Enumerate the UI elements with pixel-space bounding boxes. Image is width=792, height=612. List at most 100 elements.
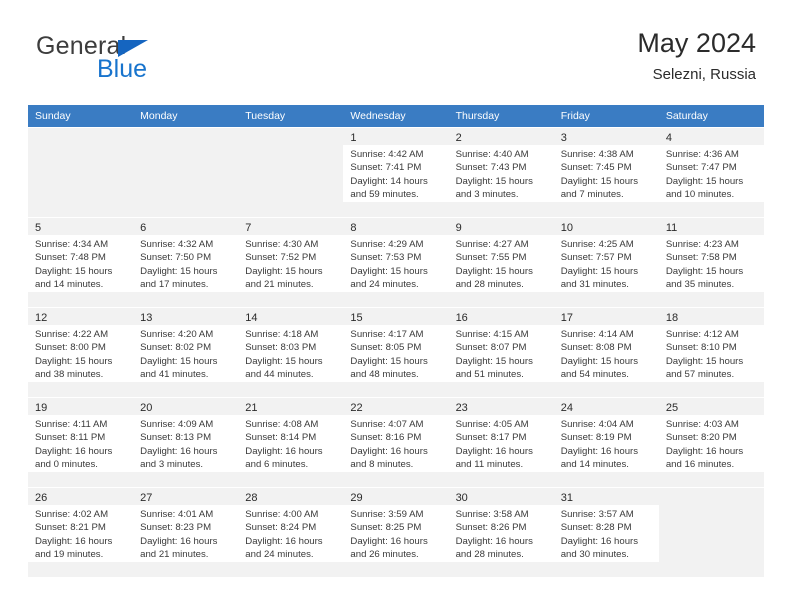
day-sun-info: Sunrise: 4:32 AM Sunset: 7:50 PM Daylight:… (133, 235, 239, 292)
sunrise-time: Sunrise: 4:08 AM (245, 419, 319, 430)
calendar-day-cell[interactable]: 13 Sunrise: 4:20 AM Sunset: 8:02 PM Dayligh… (133, 307, 239, 397)
day-number: 31 (560, 492, 573, 504)
calendar-day-content: 25 Sunrise: 4:03 AM Sunset: 8:20 PM Dayligh… (658, 397, 764, 487)
day-sun-info: Sunrise: 4:42 AM Sunset: 7:41 PM Daylight:… (343, 145, 449, 202)
calendar-day-cell[interactable]: 30 Sunrise: 3:58 AM Sunset: 8:26 PM Dayligh… (448, 487, 554, 577)
day-sun-info: Sunrise: 4:02 AM Sunset: 8:21 PM Daylight:… (28, 505, 134, 562)
calendar-day-cell[interactable]: 6 Sunrise: 4:32 AM Sunset: 7:50 PM Daylight… (133, 217, 239, 307)
calendar-day-cell[interactable]: 12 Sunrise: 4:22 AM Sunset: 8:00 PM Dayligh… (28, 307, 134, 397)
sunset-time: Sunset: 8:05 PM (350, 342, 422, 354)
calendar-day-cell[interactable]: 28 Sunrise: 4:00 AM Sunset: 8:24 PM Dayligh… (238, 487, 344, 577)
sunset-time: Sunset: 8:28 PM (560, 522, 632, 534)
calendar-day-cell[interactable]: 23 Sunrise: 4:05 AM Sunset: 8:17 PM Dayligh… (448, 397, 554, 487)
sunset-time: Sunset: 7:43 PM (455, 162, 527, 174)
sunrise-time: Sunrise: 4:42 AM (350, 149, 424, 160)
daylight-duration: Daylight: 15 hours and 21 minutes. (245, 265, 323, 291)
day-number: 12 (35, 312, 48, 324)
calendar-day-cell[interactable]: 14 Sunrise: 4:18 AM Sunset: 8:03 PM Dayligh… (238, 307, 344, 397)
calendar-day-cell[interactable]: 16 Sunrise: 4:15 AM Sunset: 8:07 PM Dayligh… (448, 307, 554, 397)
calendar-day-cell[interactable]: 26 Sunrise: 4:02 AM Sunset: 8:21 PM Dayligh… (28, 487, 134, 577)
calendar-day-cell[interactable]: 31 Sunrise: 3:57 AM Sunset: 8:28 PM Dayligh… (553, 487, 659, 577)
sunrise-time: Sunrise: 4:00 AM (245, 509, 319, 520)
calendar-day-cell[interactable]: 15 Sunrise: 4:17 AM Sunset: 8:05 PM Dayligh… (343, 307, 449, 397)
day-sun-info: Sunrise: 4:25 AM Sunset: 7:57 PM Daylight:… (553, 235, 659, 292)
title-block: May 2024 Selezni, Russia (637, 26, 756, 86)
sunset-time: Sunset: 7:52 PM (245, 252, 317, 264)
calendar-day-cell[interactable]: 24 Sunrise: 4:04 AM Sunset: 8:19 PM Dayligh… (553, 397, 659, 487)
sunrise-time: Sunrise: 4:01 AM (140, 509, 214, 520)
sunrise-time: Sunrise: 4:22 AM (35, 329, 109, 340)
day-number: 7 (245, 222, 252, 234)
calendar-day-cell[interactable]: 4 Sunrise: 4:36 AM Sunset: 7:47 PM Daylight… (658, 127, 764, 217)
sunrise-time: Sunrise: 3:57 AM (560, 509, 634, 520)
calendar-day-content: 19 Sunrise: 4:11 AM Sunset: 8:11 PM Dayligh… (28, 397, 134, 487)
weekday-header-row: Sunday Monday Tuesday Wednesday Thursday… (28, 105, 764, 127)
calendar-day-cell[interactable]: 19 Sunrise: 4:11 AM Sunset: 8:11 PM Dayligh… (28, 397, 134, 487)
calendar-day-content: 17 Sunrise: 4:14 AM Sunset: 8:08 PM Dayligh… (553, 307, 659, 397)
sunset-time: Sunset: 8:03 PM (245, 342, 317, 354)
calendar-week-row: 5 Sunrise: 4:34 AM Sunset: 7:48 PM Daylight… (28, 217, 764, 307)
daylight-duration: Daylight: 16 hours and 19 minutes. (35, 535, 113, 561)
calendar-empty-cell (28, 127, 134, 217)
calendar-day-cell[interactable]: 10 Sunrise: 4:25 AM Sunset: 7:57 PM Dayligh… (553, 217, 659, 307)
calendar-day-cell[interactable]: 29 Sunrise: 3:59 AM Sunset: 8:25 PM Dayligh… (343, 487, 449, 577)
daylight-duration: Daylight: 15 hours and 10 minutes. (665, 175, 744, 201)
calendar-day-cell[interactable]: 21 Sunrise: 4:08 AM Sunset: 8:14 PM Dayligh… (238, 397, 344, 487)
calendar-day-cell[interactable]: 17 Sunrise: 4:14 AM Sunset: 8:08 PM Dayligh… (553, 307, 659, 397)
sunset-time: Sunset: 7:53 PM (350, 252, 422, 264)
sunrise-time: Sunrise: 4:29 AM (350, 239, 424, 250)
calendar-day-content: 6 Sunrise: 4:32 AM Sunset: 7:50 PM Daylight… (133, 217, 239, 307)
calendar-day-cell[interactable]: 1 Sunrise: 4:42 AM Sunset: 7:41 PM Daylight… (343, 127, 449, 217)
calendar-day-cell[interactable]: 20 Sunrise: 4:09 AM Sunset: 8:13 PM Dayligh… (133, 397, 239, 487)
daylight-duration: Daylight: 16 hours and 14 minutes. (560, 445, 639, 471)
daylight-duration: Daylight: 14 hours and 59 minutes. (350, 175, 428, 201)
sunrise-time: Sunrise: 4:14 AM (560, 329, 634, 340)
general-blue-logo[interactable]: General Blue (36, 32, 236, 90)
sunrise-time: Sunrise: 4:09 AM (140, 419, 214, 430)
day-sun-info: Sunrise: 4:03 AM Sunset: 8:20 PM Daylight:… (658, 415, 764, 472)
day-number: 17 (560, 312, 573, 324)
day-number: 26 (35, 492, 48, 504)
sunrise-time: Sunrise: 4:30 AM (245, 239, 319, 250)
day-number: 19 (35, 402, 48, 414)
weekday-header-thursday: Thursday (448, 105, 554, 127)
calendar-day-cell[interactable]: 11 Sunrise: 4:23 AM Sunset: 7:58 PM Dayligh… (658, 217, 764, 307)
calendar-day-cell[interactable]: 5 Sunrise: 4:34 AM Sunset: 7:48 PM Daylight… (28, 217, 134, 307)
sunset-time: Sunset: 8:13 PM (140, 432, 212, 444)
daylight-duration: Daylight: 15 hours and 24 minutes. (350, 265, 428, 291)
sunrise-time: Sunrise: 4:38 AM (560, 149, 634, 160)
weekday-header-wednesday: Wednesday (343, 105, 449, 127)
daylight-duration: Daylight: 15 hours and 7 minutes. (560, 175, 639, 201)
calendar-day-cell[interactable]: 7 Sunrise: 4:30 AM Sunset: 7:52 PM Daylight… (238, 217, 344, 307)
sunset-time: Sunset: 8:10 PM (665, 342, 737, 354)
sunset-time: Sunset: 8:19 PM (560, 432, 632, 444)
day-number: 16 (455, 312, 468, 324)
day-number: 11 (665, 222, 678, 234)
sunrise-time: Sunrise: 4:36 AM (665, 149, 739, 160)
calendar-day-content: 14 Sunrise: 4:18 AM Sunset: 8:03 PM Dayligh… (238, 307, 344, 397)
weekday-header-monday: Monday (133, 105, 239, 127)
calendar-day-cell[interactable]: 27 Sunrise: 4:01 AM Sunset: 8:23 PM Dayligh… (133, 487, 239, 577)
calendar-day-cell[interactable]: 2 Sunrise: 4:40 AM Sunset: 7:43 PM Daylight… (448, 127, 554, 217)
calendar-day-content: 13 Sunrise: 4:20 AM Sunset: 8:02 PM Dayligh… (133, 307, 239, 397)
sunset-time: Sunset: 8:17 PM (455, 432, 527, 444)
daylight-duration: Daylight: 16 hours and 30 minutes. (560, 535, 639, 561)
calendar-day-cell[interactable]: 8 Sunrise: 4:29 AM Sunset: 7:53 PM Daylight… (343, 217, 449, 307)
daylight-duration: Daylight: 15 hours and 3 minutes. (455, 175, 533, 201)
calendar-day-content: 11 Sunrise: 4:23 AM Sunset: 7:58 PM Dayligh… (658, 217, 764, 307)
calendar-day-cell[interactable]: 3 Sunrise: 4:38 AM Sunset: 7:45 PM Daylight… (553, 127, 659, 217)
sunrise-time: Sunrise: 4:02 AM (35, 509, 109, 520)
calendar-page: General Blue May 2024 Selezni, Russia Su… (0, 0, 792, 612)
calendar-day-cell[interactable]: 18 Sunrise: 4:12 AM Sunset: 8:10 PM Dayligh… (658, 307, 764, 397)
calendar-day-cell[interactable]: 25 Sunrise: 4:03 AM Sunset: 8:20 PM Dayligh… (658, 397, 764, 487)
sunrise-time: Sunrise: 4:15 AM (455, 329, 529, 340)
sunrise-time: Sunrise: 4:04 AM (560, 419, 634, 430)
sunrise-sunset-calendar: Sunday Monday Tuesday Wednesday Thursday… (28, 105, 764, 577)
daylight-duration: Daylight: 15 hours and 57 minutes. (665, 355, 744, 381)
calendar-day-content: 26 Sunrise: 4:02 AM Sunset: 8:21 PM Dayligh… (28, 487, 134, 577)
calendar-day-cell[interactable]: 22 Sunrise: 4:07 AM Sunset: 8:16 PM Dayligh… (343, 397, 449, 487)
sunset-time: Sunset: 8:23 PM (140, 522, 212, 534)
daylight-duration: Daylight: 15 hours and 31 minutes. (560, 265, 639, 291)
sunset-time: Sunset: 7:47 PM (665, 162, 737, 174)
calendar-day-cell[interactable]: 9 Sunrise: 4:27 AM Sunset: 7:55 PM Daylight… (448, 217, 554, 307)
